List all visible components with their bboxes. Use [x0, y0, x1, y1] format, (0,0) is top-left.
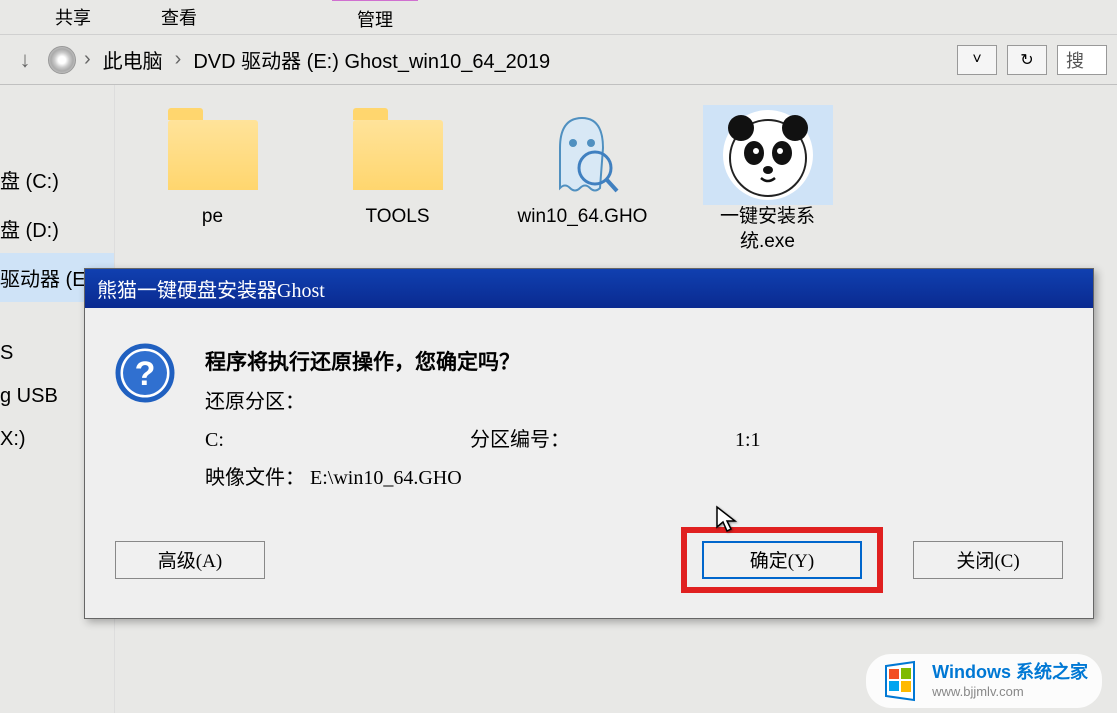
file-label: TOOLS	[365, 205, 429, 230]
disc-icon	[48, 46, 76, 74]
tab-share[interactable]: 共享	[30, 0, 116, 35]
search-input[interactable]: 搜	[1057, 45, 1107, 75]
close-button[interactable]: 关闭(C)	[913, 541, 1063, 579]
folder-icon	[168, 120, 258, 190]
address-bar: ↓ › 此电脑 › DVD 驱动器 (E:) Ghost_win10_64_20…	[0, 35, 1117, 85]
tab-manage[interactable]: 管理	[332, 0, 418, 37]
file-label: win10_64.GHO	[518, 205, 648, 230]
restore-partition-value: C:	[205, 429, 224, 451]
tab-view[interactable]: 查看	[136, 0, 222, 35]
folder-icon	[353, 120, 443, 190]
nav-back-icon[interactable]: ↓	[10, 45, 40, 75]
partition-number-label: 分区编号：	[470, 421, 730, 459]
watermark: Windows 系统之家 www.bjjmlv.com	[866, 654, 1102, 708]
breadcrumb[interactable]: › 此电脑 › DVD 驱动器 (E:) Ghost_win10_64_2019	[84, 45, 550, 74]
windows-logo-icon	[880, 660, 922, 702]
breadcrumb-drive[interactable]: DVD 驱动器 (E:) Ghost_win10_64_2019	[193, 45, 550, 74]
restore-partition-label: 还原分区：	[205, 383, 465, 421]
file-item-folder-pe[interactable]: pe	[145, 105, 280, 230]
file-label: 一键安装系统.exe	[700, 205, 835, 254]
file-item-gho[interactable]: win10_64.GHO	[515, 105, 650, 230]
panda-icon	[723, 110, 813, 200]
ok-button[interactable]: 确定(Y)	[702, 541, 862, 579]
file-item-folder-tools[interactable]: TOOLS	[330, 105, 465, 230]
chevron-icon: ›	[84, 48, 91, 71]
svg-text:?: ?	[135, 355, 156, 393]
dialog-message: 程序将执行还原操作，您确定吗？ 还原分区： C: 分区编号： 1:1 映像文件：…	[205, 343, 761, 497]
question-icon: ?	[115, 343, 175, 403]
watermark-url: www.bjjmlv.com	[932, 684, 1088, 700]
file-label: pe	[202, 205, 223, 230]
chevron-icon: ›	[175, 48, 182, 71]
refresh-button[interactable]: ↻	[1007, 45, 1047, 75]
ghost-icon	[545, 113, 620, 198]
ribbon-tabs: 共享 查看 管理	[0, 0, 1117, 35]
partition-number-value: 1:1	[735, 429, 761, 451]
dialog-question-text: 程序将执行还原操作，您确定吗？	[205, 343, 761, 383]
sidebar-item-drive-c[interactable]: 盘 (C:)	[0, 155, 114, 204]
ok-button-highlight: 确定(Y)	[681, 527, 883, 593]
confirm-dialog: 熊猫一键硬盘安装器Ghost ? 程序将执行还原操作，您确定吗？ 还原分区： C…	[84, 268, 1094, 619]
breadcrumb-pc[interactable]: 此电脑	[103, 45, 163, 74]
watermark-title: Windows 系统之家	[932, 662, 1088, 684]
file-item-exe[interactable]: 一键安装系统.exe	[700, 105, 835, 254]
image-file-label: 映像文件：	[205, 467, 305, 489]
advanced-button[interactable]: 高级(A)	[115, 541, 265, 579]
image-file-value: E:\win10_64.GHO	[310, 467, 462, 489]
history-dropdown-button[interactable]: ˅	[957, 45, 997, 75]
sidebar-item-drive-d[interactable]: 盘 (D:)	[0, 204, 114, 253]
dialog-title: 熊猫一键硬盘安装器Ghost	[85, 269, 1093, 308]
